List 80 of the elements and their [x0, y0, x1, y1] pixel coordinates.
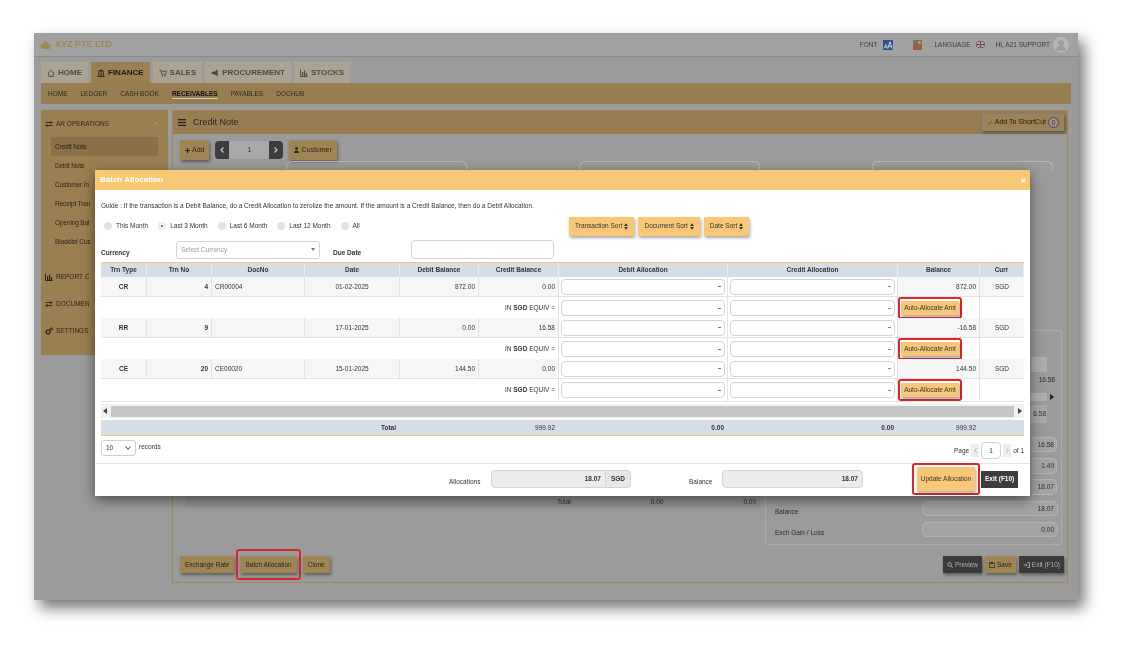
dash-icon	[718, 286, 721, 287]
dash-icon	[888, 327, 891, 328]
module-tab[interactable]: HOME	[41, 62, 88, 83]
close-icon[interactable]	[1021, 177, 1026, 183]
cart-icon	[158, 68, 167, 77]
company-name: XYZ PTE LTD	[55, 37, 112, 51]
chevron-left-icon	[973, 448, 977, 453]
radio-icon[interactable]	[104, 222, 112, 230]
sort-icon	[689, 222, 694, 230]
next-record-button[interactable]	[269, 141, 284, 159]
chevron-left-icon	[220, 147, 225, 153]
dialog-title: Batch Allocation	[100, 174, 163, 186]
megaphone-icon	[211, 68, 220, 77]
chevron-right-icon	[274, 147, 279, 153]
sort-icon	[739, 222, 744, 230]
date-input[interactable]	[411, 240, 554, 259]
scrollbar-thumb[interactable]	[1030, 392, 1047, 401]
allocation-input[interactable]	[561, 300, 725, 316]
bar-chart-icon	[45, 272, 53, 281]
right-arrow-icon[interactable]	[1050, 393, 1054, 400]
gears-icon	[45, 326, 53, 335]
right-arrow-icon	[1018, 408, 1022, 414]
next-page-button[interactable]	[1003, 444, 1012, 457]
search-icon	[946, 561, 953, 568]
allocation-input[interactable]	[561, 278, 725, 295]
allocation-input[interactable]	[561, 341, 725, 357]
dash-icon	[718, 327, 721, 328]
allocation-input[interactable]	[730, 278, 895, 295]
allocation-input[interactable]	[561, 382, 725, 398]
allocation-input[interactable]	[730, 360, 895, 377]
chevron-down-icon	[125, 446, 131, 450]
radio-icon[interactable]	[277, 222, 286, 230]
allocation-input[interactable]	[730, 300, 895, 316]
sort-icon	[624, 222, 629, 230]
caret-icon	[311, 248, 315, 251]
bank-icon	[97, 68, 105, 77]
dash-icon	[888, 389, 891, 391]
exchange-icon	[45, 299, 53, 308]
cloud-icon	[40, 40, 51, 49]
flag-icon[interactable]	[975, 41, 985, 48]
text-size-icon[interactable]	[883, 39, 894, 50]
menu-icon[interactable]	[178, 119, 186, 126]
module-tab[interactable]: PROCUREMENT	[205, 62, 291, 83]
panel-title: Credit Note	[193, 115, 239, 129]
dash-icon	[888, 286, 891, 287]
allocation-input[interactable]	[730, 382, 895, 398]
chevron-right-icon	[1005, 448, 1009, 453]
user-icon	[294, 147, 300, 153]
radio-icon[interactable]	[158, 222, 167, 230]
allocation-input[interactable]	[561, 360, 725, 377]
plus-icon	[185, 147, 190, 153]
module-tab[interactable]: STOCKS	[293, 62, 351, 83]
dash-icon	[718, 307, 721, 309]
dash-icon	[888, 368, 891, 369]
allocation-input[interactable]	[561, 319, 725, 336]
picture-icon[interactable]	[913, 39, 923, 50]
scrollbar[interactable]	[101, 404, 1024, 418]
module-tab[interactable]: SALES	[152, 62, 203, 83]
table-header	[1031, 357, 1047, 372]
home-icon	[47, 68, 55, 77]
left-arrow-icon	[103, 408, 107, 414]
sign-out-icon	[1022, 561, 1030, 568]
allocation-input[interactable]	[730, 341, 895, 357]
allocation-input[interactable]	[730, 319, 895, 336]
avatar-icon[interactable]	[1053, 36, 1069, 53]
dash-icon	[718, 368, 721, 369]
scrollbar-thumb[interactable]	[111, 405, 1014, 417]
dash-icon	[888, 348, 891, 350]
exchange-icon	[45, 119, 53, 128]
bar-chart-icon	[299, 68, 308, 77]
dash-icon	[718, 348, 721, 350]
dash-icon	[888, 307, 891, 309]
radio-icon[interactable]	[340, 222, 349, 230]
floppy-icon	[989, 561, 995, 568]
radio-icon[interactable]	[217, 222, 226, 230]
previous-record-button[interactable]	[215, 141, 230, 159]
dash-icon	[718, 389, 721, 391]
module-tab[interactable]: FINANCE	[91, 62, 150, 83]
previous-page-button[interactable]	[971, 444, 980, 457]
pencil-icon	[986, 119, 993, 126]
